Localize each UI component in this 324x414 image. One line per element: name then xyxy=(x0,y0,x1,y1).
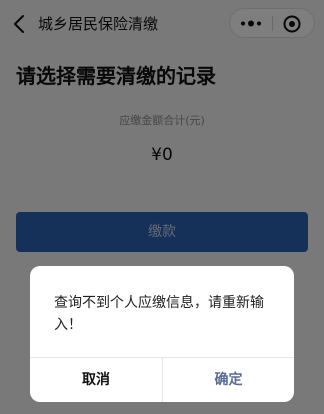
dialog-message: 查询不到个人应缴信息，请重新输入！ xyxy=(54,295,264,333)
cancel-button[interactable]: 取消 xyxy=(30,358,162,402)
confirm-button[interactable]: 确定 xyxy=(163,358,294,402)
alert-dialog: 查询不到个人应缴信息，请重新输入！ 取消 确定 xyxy=(30,266,294,402)
